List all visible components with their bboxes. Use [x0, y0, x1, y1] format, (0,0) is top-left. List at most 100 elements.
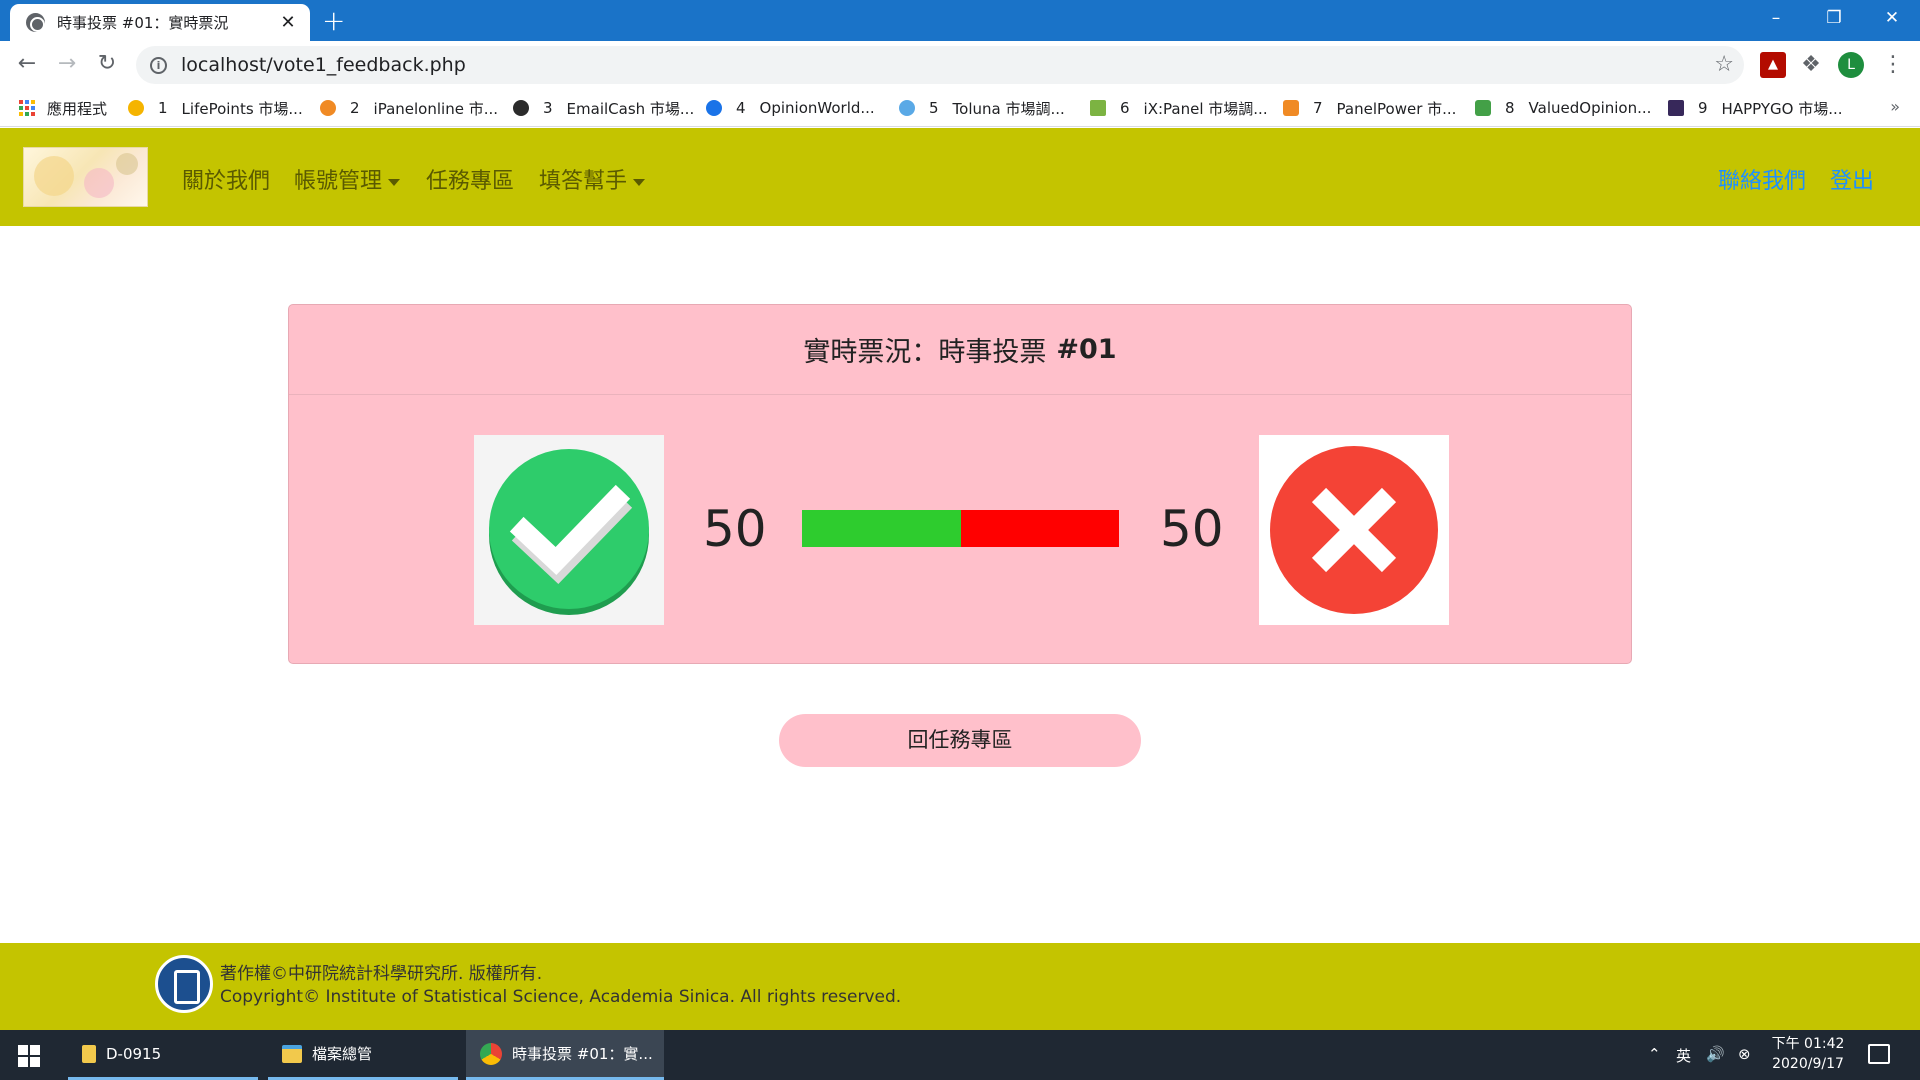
bookmark-number: 8: [1505, 99, 1515, 117]
bookmark-item[interactable]: 5 Toluna 市場調...: [899, 97, 1065, 119]
bookmark-number: 3: [543, 99, 553, 117]
copyright-en: Copyright© Institute of Statistical Scie…: [220, 987, 902, 1007]
no-bar-segment: [960, 510, 1119, 547]
no-cross-icon: [1259, 435, 1449, 625]
bookmark-label: EmailCash 市場...: [566, 99, 695, 118]
browser-tab-strip: 時事投票 #01：實時票況 ✕ + – ❐ ✕: [0, 0, 1920, 41]
action-center-icon[interactable]: [1868, 1044, 1890, 1064]
bookmark-label: iPanelonline 市...: [373, 99, 499, 118]
bookmark-item[interactable]: 3 EmailCash 市場...: [513, 97, 694, 119]
lifepoints-icon: [128, 100, 144, 116]
emailcash-icon: [513, 100, 529, 116]
bookmark-label: Toluna 市場調...: [952, 99, 1065, 118]
nav-logout[interactable]: 登出: [1830, 163, 1874, 195]
folder-icon: [82, 1044, 96, 1063]
back-to-tasks-button[interactable]: 回任務專區: [779, 714, 1141, 767]
bookmarks-bar: 應用程式 1 LifePoints 市場... 2 iPanelonline 市…: [0, 89, 1920, 127]
nav-helper-label: 填答幫手: [539, 169, 628, 194]
vote-title: 實時票況：時事投票: [803, 337, 1047, 368]
bookmark-item[interactable]: 9 HAPPYGO 市場...: [1668, 97, 1843, 119]
clock-date: 2020/9/17: [1772, 1056, 1844, 1072]
bookmark-item[interactable]: 2 iPanelonline 市...: [320, 97, 498, 119]
clock-time: 下午 01:42: [1771, 1036, 1845, 1052]
system-clock[interactable]: 下午 01:42 2020/9/17: [1768, 1034, 1848, 1074]
bookmark-number: 2: [350, 99, 360, 117]
browser-toolbar: ← → ↻ i localhost/vote1_feedback.php ☆ ▲…: [0, 41, 1920, 89]
bookmark-item[interactable]: 1 LifePoints 市場...: [128, 97, 303, 119]
tab-title: 時事投票 #01：實時票況: [57, 14, 229, 32]
ime-indicator[interactable]: 英: [1676, 1045, 1691, 1066]
file-explorer-icon: [282, 1044, 302, 1063]
browser-menu-icon[interactable]: ⋮: [1880, 52, 1906, 78]
site-navbar: 關於我們 帳號管理 任務專區 填答幫手 聯絡我們 登出: [0, 128, 1920, 226]
globe-icon: [26, 13, 45, 32]
valuedopinions-icon: [1475, 100, 1491, 116]
bookmark-label: ValuedOpinion...: [1528, 99, 1652, 117]
bookmark-item[interactable]: 7 PanelPower 市...: [1283, 97, 1456, 119]
pdf-extension-icon[interactable]: ▲: [1760, 52, 1786, 78]
copyright-zh: 著作權©中研院統計科學研究所. 版權所有.: [220, 964, 543, 984]
taskbar-item-folder[interactable]: D-0915: [68, 1030, 258, 1080]
taskbar-item-chrome[interactable]: 時事投票 #01：實...: [466, 1030, 664, 1080]
yes-check-icon: [474, 435, 664, 625]
taskbar-item-explorer[interactable]: 檔案總管: [268, 1030, 458, 1080]
apps-grid-icon: [19, 100, 35, 116]
volume-icon[interactable]: 🔊: [1706, 1045, 1725, 1063]
bookmark-apps[interactable]: 應用程式: [19, 97, 107, 119]
opinionworld-icon: [706, 100, 722, 116]
bookmarks-overflow-icon[interactable]: »: [1890, 97, 1900, 116]
profile-avatar[interactable]: L: [1838, 52, 1864, 78]
bookmark-number: 5: [929, 99, 939, 117]
bookmark-label: LifePoints 市場...: [181, 99, 303, 118]
bookmark-item[interactable]: 4 OpinionWorld...: [706, 97, 875, 119]
restore-icon[interactable]: ❐: [1806, 0, 1862, 38]
ixpanel-icon: [1090, 100, 1106, 116]
show-hidden-icons-icon[interactable]: ⌃: [1648, 1045, 1661, 1063]
site-logo[interactable]: [23, 147, 148, 207]
bookmark-number: 9: [1698, 99, 1708, 117]
taskbar-item-label: 檔案總管: [312, 1045, 373, 1063]
bookmark-label: HAPPYGO 市場...: [1721, 99, 1843, 118]
forward-arrow-icon[interactable]: →: [52, 51, 82, 77]
nav-tasks[interactable]: 任務專區: [426, 163, 514, 195]
nav-account-dropdown[interactable]: 帳號管理: [294, 163, 401, 195]
caret-down-icon: [633, 178, 646, 186]
extensions-puzzle-icon[interactable]: ❖: [1798, 52, 1824, 78]
bookmark-number: 4: [736, 99, 746, 117]
vote-result-card: 實時票況：時事投票 #01 50 50: [288, 304, 1632, 664]
address-bar[interactable]: i localhost/vote1_feedback.php ☆: [136, 46, 1744, 84]
window-close-icon[interactable]: ✕: [1864, 0, 1920, 38]
bookmark-number: 1: [158, 99, 168, 117]
network-error-icon[interactable]: ⊗: [1738, 1045, 1751, 1063]
close-tab-icon[interactable]: ✕: [278, 12, 298, 33]
toluna-icon: [899, 100, 915, 116]
bookmark-label: PanelPower 市...: [1336, 99, 1457, 118]
vote-number: #01: [1056, 334, 1117, 365]
caret-down-icon: [388, 178, 401, 186]
nav-account-label: 帳號管理: [294, 169, 383, 194]
new-tab-button[interactable]: +: [322, 6, 345, 36]
yes-count: 50: [703, 500, 767, 558]
minimize-icon[interactable]: –: [1748, 0, 1804, 38]
bookmark-star-icon[interactable]: ☆: [1714, 52, 1734, 77]
ipanelonline-icon: [320, 100, 336, 116]
reload-icon[interactable]: ↻: [92, 51, 122, 77]
info-icon[interactable]: i: [150, 56, 167, 74]
back-arrow-icon[interactable]: ←: [12, 51, 42, 77]
bookmark-item[interactable]: 8 ValuedOpinion...: [1475, 97, 1651, 119]
bookmark-item[interactable]: 6 iX:Panel 市場調...: [1090, 97, 1268, 119]
nav-helper-dropdown[interactable]: 填答幫手: [539, 163, 646, 195]
browser-tab[interactable]: 時事投票 #01：實時票況 ✕: [10, 4, 310, 41]
happygo-icon: [1668, 100, 1684, 116]
bookmark-number: 7: [1313, 99, 1323, 117]
nav-contact[interactable]: 聯絡我們: [1718, 163, 1806, 195]
windows-start-icon[interactable]: [18, 1045, 40, 1067]
bookmark-label: OpinionWorld...: [759, 99, 875, 117]
url-text[interactable]: localhost/vote1_feedback.php: [181, 54, 466, 76]
panelpower-icon: [1283, 100, 1299, 116]
no-count: 50: [1160, 500, 1224, 558]
chrome-icon: [480, 1042, 502, 1065]
site-footer: 著作權©中研院統計科學研究所. 版權所有. Copyright© Institu…: [0, 943, 1920, 1030]
nav-about[interactable]: 關於我們: [182, 163, 270, 195]
windows-taskbar: D-0915 檔案總管 時事投票 #01：實... ⌃ 英 🔊 ⊗ 下午 01:…: [0, 1030, 1920, 1080]
